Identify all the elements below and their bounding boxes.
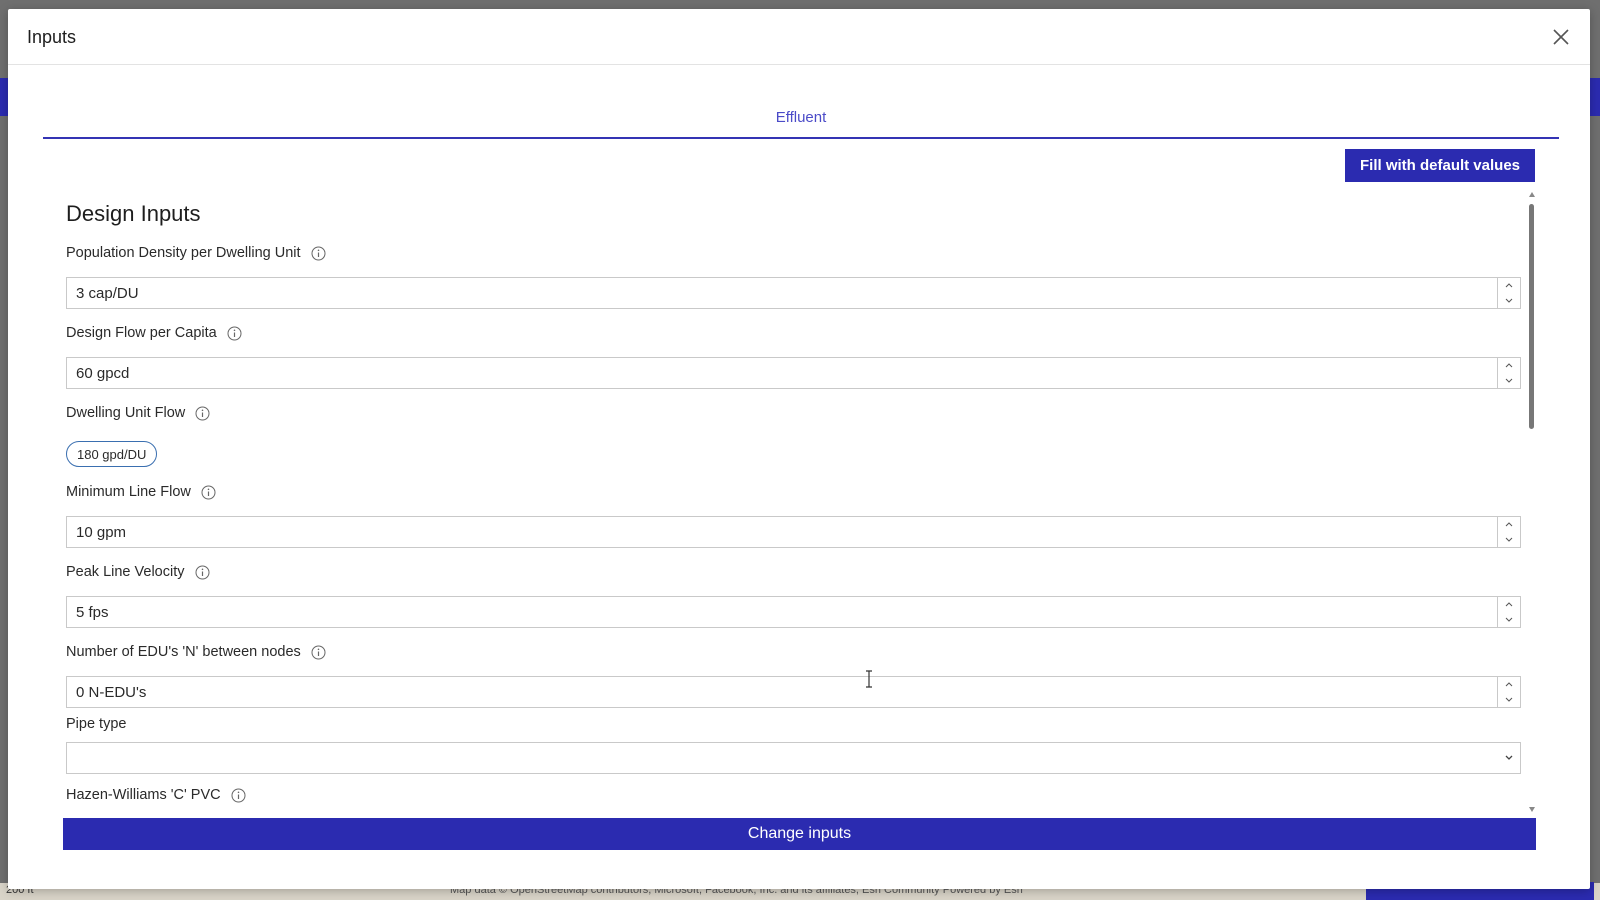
design-flow-stepper (1497, 358, 1520, 388)
inputs-modal: Inputs Effluent Fill with default values… (8, 9, 1590, 889)
modal-title: Inputs (27, 27, 77, 47)
increment-button[interactable] (1498, 517, 1520, 532)
decrement-button[interactable] (1498, 373, 1520, 388)
dwelling-unit-flow-chip: 180 gpd/DU (66, 441, 158, 467)
edu-count-stepper (1497, 677, 1520, 707)
tab-effluent[interactable]: Effluent (43, 93, 1559, 139)
field-label-minimum-line-flow: Minimum Line Flow (66, 484, 216, 500)
increment-button[interactable] (1498, 278, 1520, 293)
decrement-button[interactable] (1498, 612, 1520, 627)
info-icon[interactable] (201, 485, 216, 500)
increment-button[interactable] (1498, 677, 1520, 692)
section-title: Design Inputs (66, 201, 201, 226)
edu-count-value: 0 N-EDU's (76, 683, 147, 701)
info-icon[interactable] (227, 326, 242, 341)
text-cursor-icon (866, 670, 872, 688)
field-label-text: Dwelling Unit Flow (66, 405, 186, 421)
design-flow-input[interactable]: 60 gpcd (66, 357, 1521, 389)
field-label-pipe-type: Pipe type (66, 716, 126, 732)
field-label-population-density: Population Density per Dwelling Unit (66, 245, 326, 261)
field-label-dwelling-unit-flow: Dwelling Unit Flow (66, 405, 210, 421)
form-scrollbar[interactable] (1527, 192, 1539, 812)
decrement-button[interactable] (1498, 293, 1520, 308)
peak-line-velocity-input[interactable]: 5 fps (66, 596, 1521, 628)
field-label-text: Number of EDU's 'N' between nodes (66, 644, 301, 660)
change-inputs-button[interactable]: Change inputs (63, 818, 1536, 850)
field-label-design-flow: Design Flow per Capita (66, 325, 242, 341)
field-label-edu-count: Number of EDU's 'N' between nodes (66, 644, 326, 660)
field-label-text: Peak Line Velocity (66, 564, 185, 580)
tab-effluent-label: Effluent (775, 109, 827, 126)
population-density-value: 3 cap/DU (76, 284, 139, 302)
chevron-up-icon (1505, 682, 1513, 687)
chevron-up-icon (1505, 602, 1513, 607)
increment-button[interactable] (1498, 597, 1520, 612)
field-label-text: Design Flow per Capita (66, 325, 217, 341)
pipe-type-select[interactable] (66, 742, 1521, 774)
chevron-down-icon (1505, 617, 1513, 622)
field-label-text: Minimum Line Flow (66, 484, 191, 500)
background-header-left (0, 78, 8, 116)
minimum-line-flow-input[interactable]: 10 gpm (66, 516, 1521, 548)
population-density-input[interactable]: 3 cap/DU (66, 277, 1521, 309)
design-inputs-form: Design Inputs Population Density per Dwe… (66, 189, 1529, 816)
chevron-up-icon (1505, 363, 1513, 368)
edu-count-input[interactable]: 0 N-EDU's (66, 676, 1521, 708)
population-density-stepper (1497, 278, 1520, 308)
peak-line-velocity-stepper (1497, 597, 1520, 627)
chevron-down-icon (1505, 755, 1513, 760)
close-icon (1553, 29, 1569, 45)
info-icon[interactable] (195, 565, 210, 580)
chevron-up-icon (1505, 283, 1513, 288)
chevron-down-icon (1505, 298, 1513, 303)
field-label-text: Hazen-Williams 'C' PVC (66, 787, 221, 803)
modal-header: Inputs (8, 9, 1590, 65)
chevron-up-icon (1505, 522, 1513, 527)
scroll-thumb[interactable] (1529, 204, 1534, 429)
minimum-line-flow-stepper (1497, 517, 1520, 547)
close-button[interactable] (1550, 26, 1572, 48)
minimum-line-flow-value: 10 gpm (76, 523, 127, 541)
field-label-text: Pipe type (66, 716, 127, 732)
peak-line-velocity-value: 5 fps (76, 603, 109, 621)
info-icon[interactable] (311, 645, 326, 660)
field-label-hazen-williams: Hazen-Williams 'C' PVC (66, 787, 246, 803)
increment-button[interactable] (1498, 358, 1520, 373)
design-flow-value: 60 gpcd (76, 364, 130, 382)
field-label-peak-line-velocity: Peak Line Velocity (66, 564, 210, 580)
info-icon[interactable] (311, 246, 326, 261)
info-icon[interactable] (231, 788, 246, 803)
chevron-down-icon (1505, 378, 1513, 383)
info-icon[interactable] (195, 406, 210, 421)
chevron-down-icon (1505, 697, 1513, 702)
decrement-button[interactable] (1498, 692, 1520, 707)
decrement-button[interactable] (1498, 532, 1520, 547)
scroll-up-arrow[interactable] (1529, 192, 1535, 197)
field-label-text: Population Density per Dwelling Unit (66, 245, 301, 261)
scroll-down-arrow[interactable] (1529, 807, 1535, 812)
chevron-down-icon (1505, 537, 1513, 542)
fill-default-values-button[interactable]: Fill with default values (1345, 149, 1535, 182)
